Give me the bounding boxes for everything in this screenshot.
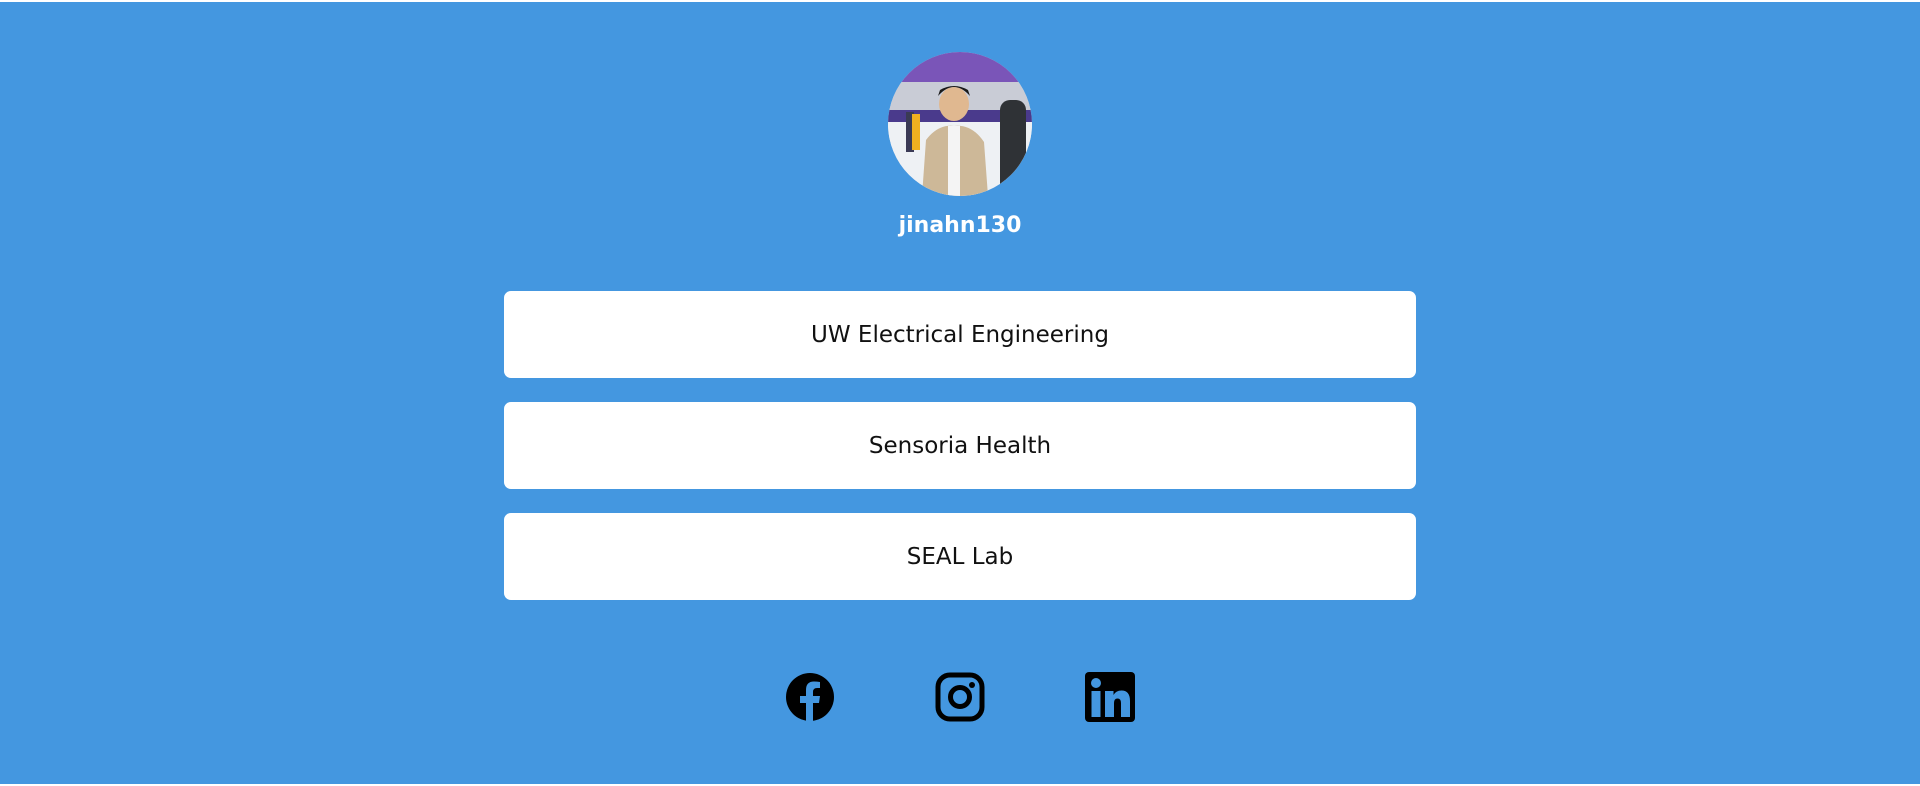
username: jinahn130 bbox=[898, 213, 1022, 238]
avatar bbox=[888, 52, 1032, 196]
link-label: UW Electrical Engineering bbox=[811, 321, 1109, 348]
instagram-link[interactable] bbox=[935, 672, 985, 722]
profile-page: jinahn130 UW Electrical Engineering Sens… bbox=[0, 2, 1920, 784]
linkedin-link[interactable] bbox=[1085, 672, 1135, 722]
link-seal-lab[interactable]: SEAL Lab bbox=[504, 513, 1416, 600]
link-sensoria-health[interactable]: Sensoria Health bbox=[504, 402, 1416, 489]
profile-photo bbox=[888, 52, 1032, 196]
instagram-icon bbox=[935, 672, 985, 722]
link-label: SEAL Lab bbox=[906, 543, 1014, 570]
facebook-icon bbox=[786, 673, 834, 722]
linkedin-icon bbox=[1085, 672, 1135, 722]
link-uw-electrical-engineering[interactable]: UW Electrical Engineering bbox=[504, 291, 1416, 378]
facebook-link[interactable] bbox=[785, 672, 835, 722]
link-label: Sensoria Health bbox=[868, 432, 1052, 459]
